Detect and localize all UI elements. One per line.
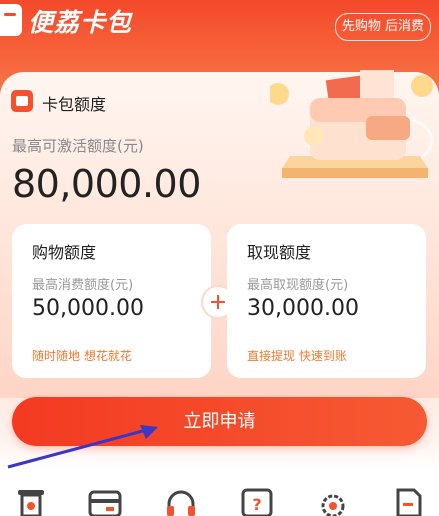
cash-quota-note: 直接提现 快速到账 xyxy=(247,349,347,363)
max-activation-amount: 80,000.00 xyxy=(12,162,201,206)
bottom-icon-bar: ? xyxy=(0,486,439,516)
shopping-quota-title: 购物额度 xyxy=(32,243,97,262)
shopping-quota-label: 最高消费额度(元) xyxy=(32,278,134,293)
card-icon[interactable] xyxy=(88,486,122,516)
shopping-quota-card: 购物额度 最高消费额度(元) 50,000.00 随时随地 想花就花 xyxy=(12,224,211,378)
wallet-illustration-icon xyxy=(270,70,434,178)
help-icon[interactable]: ? xyxy=(240,486,274,516)
cash-quota-amount: 30,000.00 xyxy=(247,296,359,321)
logo-icon xyxy=(0,4,22,36)
cash-quota-label: 最高取现额度(元) xyxy=(247,278,349,293)
brand-title: 便荔卡包 xyxy=(28,8,133,37)
cash-quota-title: 取现额度 xyxy=(247,243,312,262)
slogan-badge: 先购物 后消费 xyxy=(335,13,431,41)
shopping-quota-amount: 50,000.00 xyxy=(32,296,144,321)
app-header: 便荔卡包 先购物 后消费 xyxy=(0,0,439,44)
svg-text:?: ? xyxy=(252,495,261,514)
wallet-icon xyxy=(11,90,33,112)
settings-icon[interactable] xyxy=(316,486,350,516)
headset-icon[interactable] xyxy=(164,486,198,516)
document-edit-icon[interactable] xyxy=(392,486,426,516)
pointer-arrow-icon xyxy=(7,425,158,469)
card-title: 卡包额度 xyxy=(42,95,107,114)
max-activation-label: 最高可激活额度(元) xyxy=(12,137,144,155)
shopping-quota-note: 随时随地 想花就花 xyxy=(32,349,132,363)
receipt-icon[interactable] xyxy=(14,486,48,516)
cash-quota-card: 取现额度 最高取现额度(元) 30,000.00 直接提现 快速到账 xyxy=(227,224,426,378)
